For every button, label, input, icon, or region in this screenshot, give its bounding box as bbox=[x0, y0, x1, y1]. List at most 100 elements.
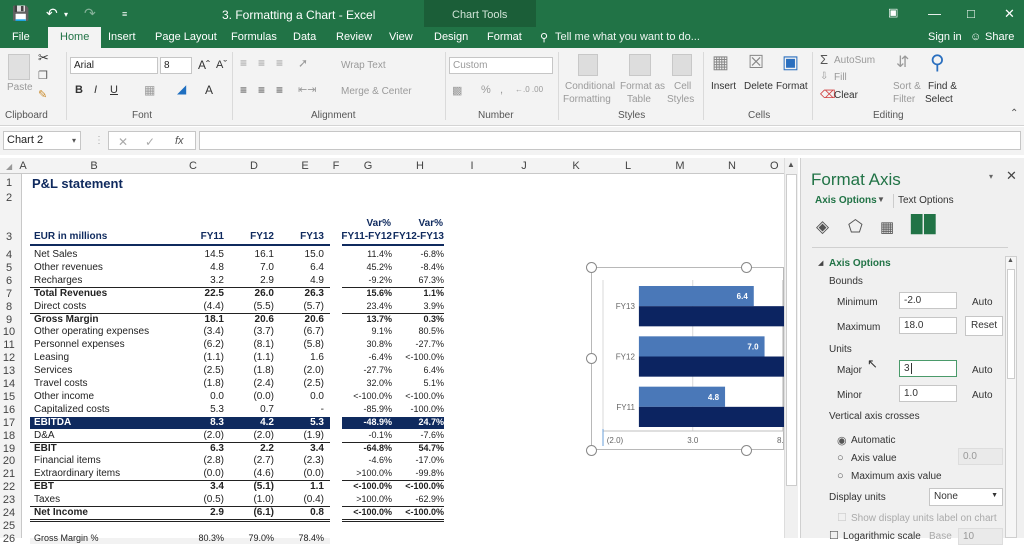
cell-h[interactable]: -6.8% bbox=[392, 249, 444, 259]
cell-c[interactable]: (0.0) bbox=[184, 468, 224, 479]
row-label[interactable]: Net Sales bbox=[34, 249, 77, 260]
cell-h[interactable]: -8.4% bbox=[392, 262, 444, 272]
base-input[interactable]: 10 bbox=[958, 528, 1003, 545]
cell-d[interactable]: 16.1 bbox=[234, 249, 274, 260]
cell-g[interactable]: 32.0% bbox=[340, 378, 392, 388]
radio-axis-value[interactable]: ○ bbox=[837, 452, 844, 464]
row-header[interactable]: 16 bbox=[0, 404, 18, 416]
cell-d[interactable]: 4.2 bbox=[234, 417, 274, 428]
column-header-c[interactable]: C bbox=[158, 160, 228, 172]
scroll-thumb[interactable] bbox=[786, 174, 797, 486]
scroll-up-icon[interactable]: ▲ bbox=[787, 160, 795, 169]
row-header[interactable]: 1 bbox=[0, 177, 18, 189]
fill-line-icon[interactable]: ◈ bbox=[816, 217, 829, 237]
row-header[interactable]: 9 bbox=[0, 314, 18, 326]
cell-h[interactable]: 3.9% bbox=[392, 301, 444, 311]
cell-g[interactable]: 45.2% bbox=[340, 262, 392, 272]
cell-g[interactable]: -0.1% bbox=[340, 430, 392, 440]
find-select-button[interactable]: Find & bbox=[928, 81, 957, 92]
tab-axis-options[interactable]: Axis Options bbox=[815, 195, 877, 206]
cell-c[interactable]: 3.2 bbox=[184, 275, 224, 286]
cell-g[interactable]: -4.6% bbox=[340, 455, 392, 465]
cell-e[interactable]: (1.9) bbox=[284, 430, 324, 441]
insert-function-button[interactable]: fx bbox=[175, 135, 184, 147]
maximum-input[interactable]: 18.0 bbox=[899, 317, 957, 334]
minor-auto-button[interactable]: Auto bbox=[972, 390, 993, 401]
resize-handle[interactable] bbox=[741, 262, 752, 273]
cell-e[interactable]: (2.0) bbox=[284, 365, 324, 376]
cell-d[interactable]: (2.7) bbox=[234, 455, 274, 466]
row-header[interactable]: 21 bbox=[0, 468, 18, 480]
var1-header[interactable]: Var% bbox=[347, 218, 391, 229]
pane-scrollbar[interactable]: ▲ bbox=[1005, 256, 1017, 538]
top-align-icon[interactable]: ≡ bbox=[240, 56, 247, 70]
maximize-button[interactable]: □ bbox=[967, 6, 975, 21]
delete-cells-icon[interactable]: ☒ bbox=[748, 52, 764, 73]
decimal-icons[interactable]: ←.0 .00 bbox=[515, 85, 543, 94]
cell-e[interactable]: 4.9 bbox=[284, 275, 324, 286]
row-header[interactable]: 10 bbox=[0, 326, 18, 338]
sign-in-link[interactable]: Sign in bbox=[928, 31, 962, 43]
cell-c[interactable]: 22.5 bbox=[184, 288, 224, 299]
row-label[interactable]: Services bbox=[34, 365, 72, 376]
cell-d[interactable]: (0.0) bbox=[234, 391, 274, 402]
minimize-button[interactable]: — bbox=[928, 6, 941, 21]
sheet-title[interactable]: P&L statement bbox=[32, 176, 123, 191]
column-header-d[interactable]: D bbox=[228, 160, 280, 172]
cell-e[interactable]: 5.3 bbox=[284, 417, 324, 428]
cell-g[interactable]: 13.7% bbox=[340, 314, 392, 324]
format-as-table-icon[interactable] bbox=[629, 54, 651, 76]
cell-e[interactable]: 3.4 bbox=[284, 443, 324, 454]
tab-review[interactable]: Review bbox=[336, 31, 372, 43]
cell-d[interactable]: (6.1) bbox=[234, 507, 274, 518]
cell-c[interactable]: 5.3 bbox=[184, 404, 224, 415]
cell-g[interactable]: -27.7% bbox=[340, 365, 392, 375]
cell-d[interactable]: 2.2 bbox=[234, 443, 274, 454]
cell-g[interactable]: -48.9% bbox=[340, 417, 392, 427]
cell-e[interactable]: (5.7) bbox=[284, 301, 324, 312]
insert-button[interactable]: Insert bbox=[711, 81, 736, 92]
redo-icon[interactable]: ↷ bbox=[84, 5, 96, 22]
format-painter-icon[interactable]: ✎ bbox=[38, 88, 47, 101]
row-header[interactable]: 19 bbox=[0, 443, 18, 455]
autosum-button[interactable]: AutoSum bbox=[834, 55, 875, 66]
size-properties-icon[interactable]: ▦ bbox=[880, 218, 894, 236]
row-label[interactable]: EBT bbox=[34, 481, 54, 492]
minimum-auto-button[interactable]: Auto bbox=[972, 297, 993, 308]
tab-view[interactable]: View bbox=[389, 31, 413, 43]
maximum-reset-button[interactable]: Reset bbox=[965, 316, 1003, 336]
undo-dropdown-icon[interactable]: ▾ bbox=[64, 10, 68, 19]
underline-button[interactable]: U bbox=[110, 84, 118, 96]
cell-e[interactable]: 1.1 bbox=[284, 481, 324, 492]
row-label[interactable]: Gross Margin bbox=[34, 314, 98, 325]
cell-g[interactable]: 11.4% bbox=[340, 249, 392, 259]
row-label[interactable]: Personnel expenses bbox=[34, 339, 125, 350]
column-header-h[interactable]: H bbox=[394, 160, 446, 172]
row-label[interactable]: Other income bbox=[34, 391, 94, 402]
effects-icon[interactable]: ⬠ bbox=[848, 217, 863, 237]
row-label[interactable]: Direct costs bbox=[34, 301, 86, 312]
cell-c[interactable]: 3.4 bbox=[184, 481, 224, 492]
middle-align-icon[interactable]: ≡ bbox=[258, 56, 265, 70]
tab-file[interactable]: File bbox=[12, 31, 30, 43]
row-header[interactable]: 25 bbox=[0, 520, 18, 532]
cell-c[interactable]: 18.1 bbox=[184, 314, 224, 325]
autosum-icon[interactable]: Σ bbox=[820, 52, 828, 67]
cell-c[interactable]: 8.3 bbox=[184, 417, 224, 428]
cell-e[interactable]: 20.6 bbox=[284, 314, 324, 325]
cancel-icon[interactable]: ✕ bbox=[118, 135, 128, 149]
row-header[interactable]: 11 bbox=[0, 339, 18, 351]
cell-g[interactable]: <-100.0% bbox=[340, 507, 392, 517]
cell-e[interactable]: 1.6 bbox=[284, 352, 324, 363]
cell-h[interactable]: -100.0% bbox=[392, 404, 444, 414]
cell-h[interactable]: -62.9% bbox=[392, 494, 444, 504]
section-collapse-icon[interactable]: ◢ bbox=[818, 259, 823, 267]
cell-e[interactable]: 6.4 bbox=[284, 262, 324, 273]
bottom-align-icon[interactable]: ≡ bbox=[276, 56, 283, 70]
cell-g[interactable]: 30.8% bbox=[340, 339, 392, 349]
section-axis-options[interactable]: Axis Options bbox=[829, 258, 891, 269]
row-header[interactable]: 17 bbox=[0, 417, 18, 429]
tell-me-search[interactable]: Tell me what you want to do... bbox=[555, 31, 700, 43]
row-header[interactable]: 5 bbox=[0, 262, 18, 274]
number-format-select[interactable]: Custom bbox=[449, 57, 553, 74]
